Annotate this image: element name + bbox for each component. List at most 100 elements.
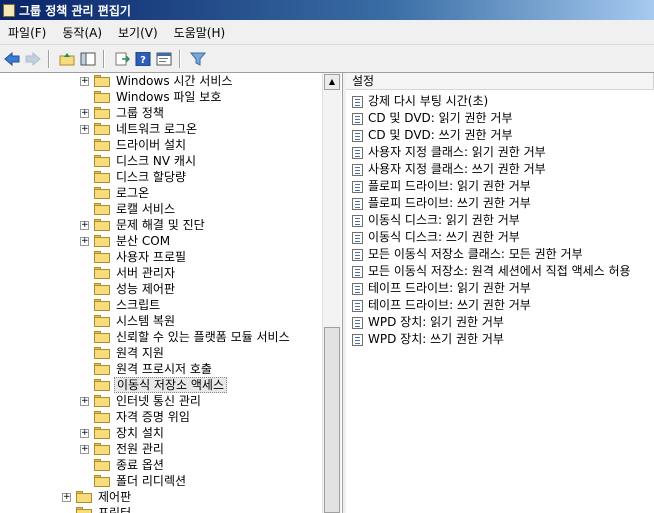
- menu-action[interactable]: 동작(A): [54, 24, 110, 41]
- help-icon[interactable]: ?: [134, 50, 152, 68]
- policy-setting-label: 사용자 지정 클래스: 쓰기 권한 거부: [368, 162, 546, 176]
- tree-item[interactable]: 종료 옵션: [0, 457, 322, 473]
- folder-icon: [94, 411, 110, 423]
- tree-item-label: 장치 설치: [116, 426, 164, 440]
- tree-item[interactable]: + 그룹 정책: [0, 105, 322, 121]
- tree-item-label: 성능 제어판: [116, 282, 176, 296]
- policy-setting-label: WPD 장치: 쓰기 권한 거부: [368, 332, 504, 346]
- policy-setting-icon: [352, 96, 363, 108]
- tree-item-label: 인터넷 통신 관리: [116, 394, 201, 408]
- policy-setting-label: 모든 이동식 저장소: 원격 세션에서 직접 액세스 허용: [368, 264, 631, 278]
- policy-setting-icon: [352, 283, 363, 295]
- expand-icon[interactable]: +: [80, 77, 89, 86]
- tree-item-label: 그룹 정책: [116, 106, 164, 120]
- tree-item[interactable]: 디스크 할당량: [0, 169, 322, 185]
- folder-icon: [94, 363, 110, 375]
- tree-item[interactable]: + 장치 설치: [0, 425, 322, 441]
- expand-icon[interactable]: +: [80, 221, 89, 230]
- expand-icon[interactable]: +: [80, 445, 89, 454]
- folder-icon: [94, 123, 110, 135]
- tree-item[interactable]: Windows 파일 보호: [0, 89, 322, 105]
- policy-setting-icon: [352, 113, 363, 125]
- folder-icon: [94, 203, 110, 215]
- up-folder-icon[interactable]: [58, 50, 76, 68]
- folder-icon: [94, 107, 110, 119]
- tree-item[interactable]: 성능 제어판: [0, 281, 322, 297]
- expand-icon[interactable]: +: [62, 493, 71, 502]
- tree-item[interactable]: 로그온: [0, 185, 322, 201]
- tree-scrollbar[interactable]: ▲: [322, 73, 341, 513]
- tree-item[interactable]: 서버 관리자: [0, 265, 322, 281]
- filter-icon[interactable]: [189, 50, 207, 68]
- policy-setting-label: 모든 이동식 저장소 클래스: 모든 권한 거부: [368, 247, 583, 261]
- tree-item-label: 문제 해결 및 진단: [116, 218, 205, 232]
- policy-setting-label: 사용자 지정 클래스: 읽기 권한 거부: [368, 145, 546, 159]
- tree-item-label: 서버 관리자: [116, 266, 176, 280]
- tree-item[interactable]: 자격 증명 위임: [0, 409, 322, 425]
- properties-icon[interactable]: [155, 50, 173, 68]
- tree-item[interactable]: 원격 프로시저 호출: [0, 361, 322, 377]
- back-icon[interactable]: [3, 50, 21, 68]
- policy-setting-icon: [352, 198, 363, 210]
- tree-item-label: 시스템 복원: [116, 314, 176, 328]
- tree-item[interactable]: 스크립트: [0, 297, 322, 313]
- tree-item[interactable]: + 분산 COM: [0, 233, 322, 249]
- tree-item[interactable]: + Windows 시간 서비스: [0, 73, 322, 89]
- tree-item-label: 디스크 할당량: [116, 170, 187, 184]
- expand-icon[interactable]: +: [80, 397, 89, 406]
- expand-icon[interactable]: +: [80, 429, 89, 438]
- policy-setting-icon: [352, 232, 363, 244]
- tree-item[interactable]: 시스템 복원: [0, 313, 322, 329]
- tree-item[interactable]: 원격 지원: [0, 345, 322, 361]
- tree-item[interactable]: + 네트워크 로그온: [0, 121, 322, 137]
- svg-text:?: ?: [140, 55, 146, 66]
- tree-item-label: 제어판: [98, 490, 132, 504]
- tree-item[interactable]: + 인터넷 통신 관리: [0, 393, 322, 409]
- tree-item-label: 분산 COM: [116, 234, 171, 248]
- policy-setting-label: 강제 다시 부팅 시간(초): [368, 94, 489, 108]
- tree-item-label: 네트워크 로그온: [116, 122, 198, 136]
- menu-bar: 파일(F) 동작(A) 보기(V) 도움말(H): [0, 20, 654, 45]
- folder-icon: [94, 475, 110, 487]
- tree-item[interactable]: 사용자 프로필: [0, 249, 322, 265]
- tree-item-label: Windows 시간 서비스: [116, 74, 233, 88]
- policy-setting-icon: [352, 317, 363, 329]
- toolbar-separator: [179, 49, 181, 68]
- policy-setting-icon: [352, 147, 363, 159]
- tree-item-label: 전원 관리: [116, 442, 164, 456]
- tree-item[interactable]: 신뢰할 수 있는 플랫폼 모듈 서비스: [0, 329, 322, 345]
- folder-icon: [94, 75, 110, 87]
- tree-item[interactable]: + 문제 해결 및 진단: [0, 217, 322, 233]
- tree-item[interactable]: 폴더 리디렉션: [0, 473, 322, 489]
- toolbar: ?: [0, 45, 654, 73]
- forward-icon[interactable]: [24, 50, 42, 68]
- scrollbar-thumb[interactable]: [324, 327, 340, 513]
- folder-icon: [94, 267, 110, 279]
- menu-view[interactable]: 보기(V): [110, 24, 166, 41]
- column-header-setting[interactable]: 설정: [346, 73, 654, 90]
- tree-item[interactable]: 드라이버 설치: [0, 137, 322, 153]
- policy-setting-label: 플로피 드라이브: 읽기 권한 거부: [368, 179, 531, 193]
- tree-item-label: 스크립트: [116, 298, 161, 312]
- policy-setting-label: 플로피 드라이브: 쓰기 권한 거부: [368, 196, 531, 210]
- tree-item-label: Windows 파일 보호: [116, 90, 222, 104]
- folder-icon: [94, 171, 110, 183]
- tree-item[interactable]: 디스크 NV 캐시: [0, 153, 322, 169]
- tree-item[interactable]: 이동식 저장소 액세스: [0, 377, 322, 393]
- tree-item[interactable]: + 전원 관리: [0, 441, 322, 457]
- toolbar-separator: [48, 49, 50, 68]
- expand-icon[interactable]: +: [80, 109, 89, 118]
- scroll-up-icon[interactable]: ▲: [324, 74, 340, 90]
- expand-icon[interactable]: +: [80, 237, 89, 246]
- show-hide-tree-icon[interactable]: [79, 50, 97, 68]
- policy-setting-label: 테이프 드라이브: 쓰기 권한 거부: [368, 298, 531, 312]
- menu-help[interactable]: 도움말(H): [166, 24, 234, 41]
- expand-icon[interactable]: +: [80, 125, 89, 134]
- tree-item[interactable]: 로캘 서비스: [0, 201, 322, 217]
- policy-setting-label: 테이프 드라이브: 읽기 권한 거부: [368, 281, 531, 295]
- tree-item[interactable]: 프린터: [0, 505, 322, 513]
- menu-file[interactable]: 파일(F): [0, 24, 54, 41]
- tree-item-label: 로그온: [116, 186, 150, 200]
- tree-item[interactable]: + 제어판: [0, 489, 322, 505]
- export-list-icon[interactable]: [113, 50, 131, 68]
